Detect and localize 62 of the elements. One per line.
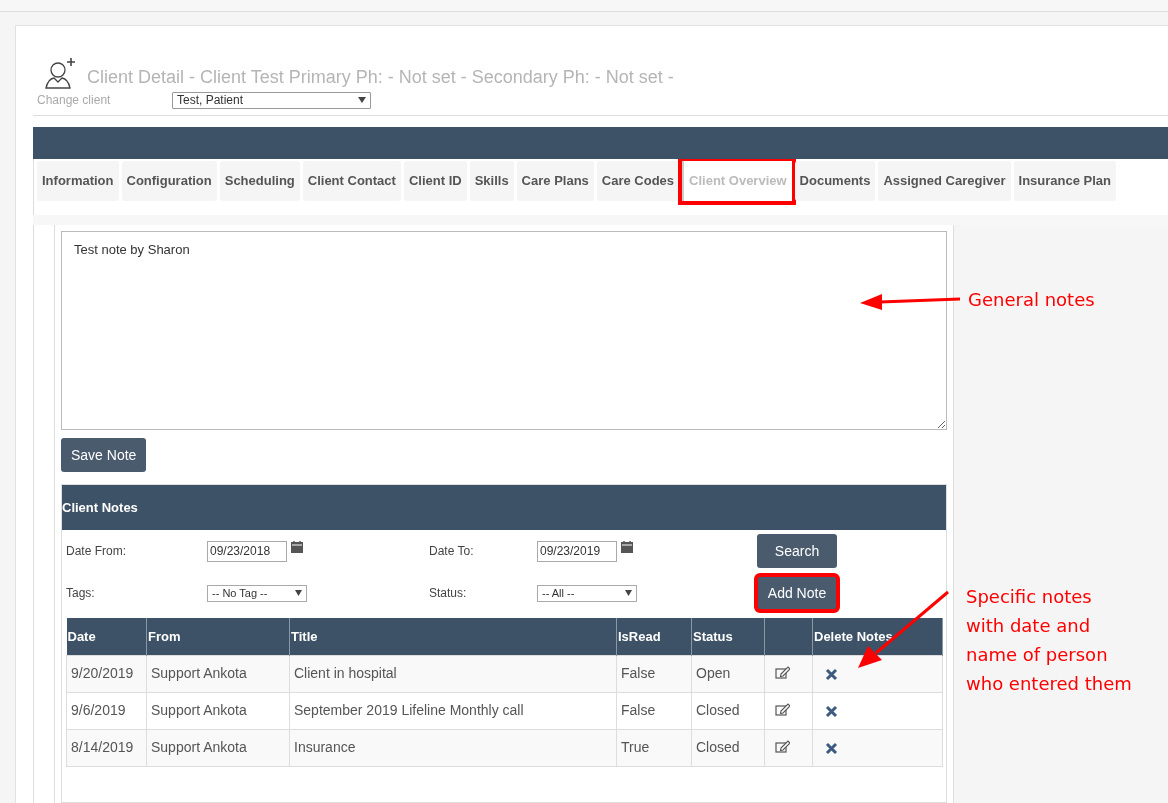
delete-icon[interactable]: [825, 667, 838, 681]
table-cell: Support Ankota: [146, 692, 290, 729]
select-field[interactable]: -- No Tag --: [207, 584, 307, 602]
tab[interactable]: Documents: [794, 161, 876, 201]
table-cell: September 2019 Lifeline Monthly call: [289, 692, 617, 729]
calendar-icon: [621, 540, 633, 553]
column-header: Title: [289, 618, 617, 655]
table-cell: False: [616, 692, 692, 729]
dropdown-caret-icon: [625, 590, 632, 596]
tab[interactable]: Information: [37, 161, 119, 201]
edit-icon[interactable]: [775, 666, 790, 680]
field-label: Date To:: [429, 543, 475, 560]
column-header: Date: [66, 618, 147, 655]
tab[interactable]: Client ID: [403, 161, 467, 201]
tab[interactable]: Care Plans: [516, 161, 594, 201]
tab[interactable]: Assigned Caregiver: [878, 161, 1011, 201]
table-cell: Client in hospital: [289, 655, 617, 692]
person-add-icon: [44, 58, 77, 89]
table-cell: True: [616, 729, 692, 766]
column-header: Status: [691, 618, 765, 655]
field-label: Tags:: [66, 585, 96, 602]
date-field[interactable]: 09/23/2019: [537, 540, 617, 562]
table-cell: Insurance: [289, 729, 617, 766]
tab[interactable]: Configuration: [121, 161, 217, 201]
tab[interactable]: Client Contact: [302, 161, 401, 201]
table-cell: 9/6/2019: [66, 692, 147, 729]
dropdown-caret-icon: [358, 97, 366, 103]
table-cell: Support Ankota: [146, 729, 290, 766]
column-header: IsRead: [616, 618, 692, 655]
table-cell: Closed: [691, 729, 765, 766]
calendar-icon: [291, 540, 303, 553]
table-cell: 9/20/2019: [66, 655, 147, 692]
annotation-text: Specific notes with date and name of person who entered them: [966, 585, 1132, 696]
select-field[interactable]: -- All --: [537, 584, 637, 602]
field-label: Status:: [429, 585, 468, 602]
save-note-button[interactable]: Save Note: [61, 438, 147, 472]
tab[interactable]: Skills: [469, 161, 514, 201]
dropdown-caret-icon: [295, 590, 302, 596]
page-title: Client Detail - Client Test Primary Ph: - Not set - Secondary Ph: - Not set -: [87, 66, 674, 89]
table-cell: 8/14/2019: [66, 729, 147, 766]
delete-icon[interactable]: [825, 741, 838, 755]
table-cell: False: [616, 655, 692, 692]
edit-icon[interactable]: [775, 740, 790, 754]
delete-icon[interactable]: [825, 704, 838, 718]
client-select[interactable]: Test, Patient: [172, 91, 371, 109]
date-field[interactable]: 09/23/2018: [207, 540, 287, 562]
field-label: Date From:: [66, 543, 127, 560]
tab[interactable]: Scheduling: [219, 161, 300, 201]
annotation-text: General notes: [968, 288, 1095, 312]
column-header: Delete Notes: [812, 618, 943, 655]
panel-header: Client Notes: [62, 485, 946, 530]
column-header: From: [146, 618, 290, 655]
tab[interactable]: Care Codes: [596, 161, 680, 201]
edit-icon[interactable]: [775, 703, 790, 717]
notes-field[interactable]: Test note by Sharon: [61, 231, 947, 430]
field-label: Change client: [37, 92, 112, 109]
search-button[interactable]: Search: [757, 534, 837, 568]
table-cell: Closed: [691, 692, 765, 729]
table-cell: Open: [691, 655, 765, 692]
table-cell: Support Ankota: [146, 655, 290, 692]
tab[interactable]: Insurance Plan: [1013, 161, 1116, 201]
add-note-button[interactable]: Add Note: [757, 576, 837, 610]
